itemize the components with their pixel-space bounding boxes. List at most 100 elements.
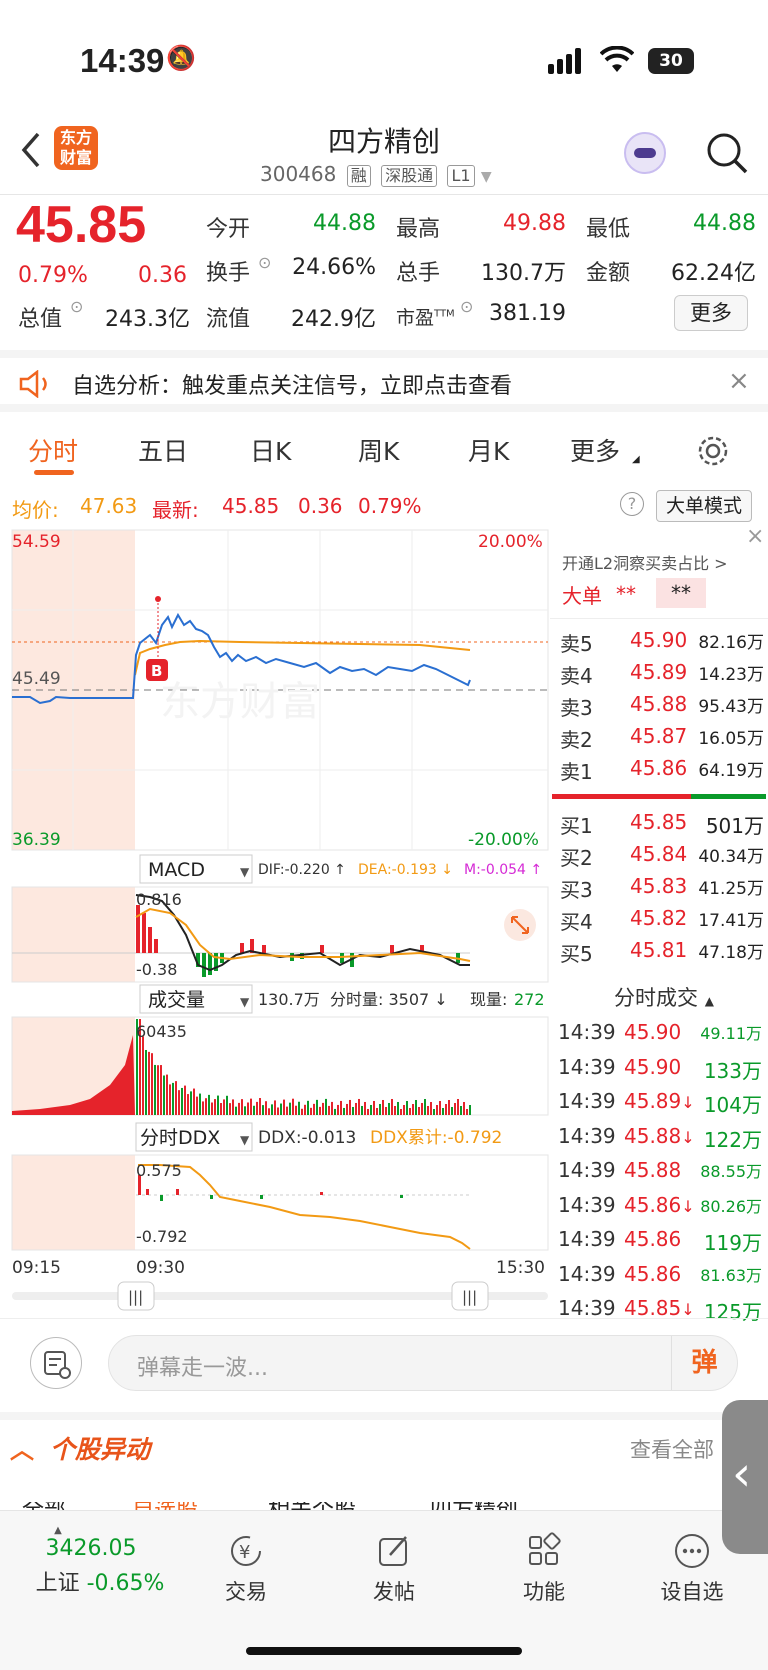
big-order-mode-button[interactable]: 大单模式 — [656, 490, 752, 522]
speaker-icon — [19, 370, 47, 398]
ask-row[interactable]: 卖4 45.89 14.23万 — [550, 660, 768, 692]
volume-cur-label: 现量: — [470, 990, 507, 1009]
volume-bar — [439, 1100, 441, 1115]
volume-bar — [451, 1106, 453, 1115]
volume-bar — [301, 1108, 303, 1115]
volume-bar — [343, 1107, 345, 1115]
trades-title[interactable]: 分时成交 ▲ — [614, 982, 714, 1012]
volume-bar — [310, 1107, 312, 1115]
pe-value: 381.19 — [489, 301, 566, 326]
nav-post[interactable]: 发帖 — [334, 1531, 454, 1606]
avg-value: 47.63 — [80, 494, 138, 518]
volume-bar — [268, 1108, 270, 1115]
index-ticker[interactable]: ▲ 3426.05 上证 -0.65% — [20, 1525, 180, 1597]
tag-margin: 融 — [346, 165, 371, 187]
bid-row[interactable]: 买2 45.84 40.34万 — [550, 842, 768, 874]
index-value: 3426.05 — [45, 1536, 137, 1561]
side-drawer-handle[interactable]: ‹ — [722, 1400, 768, 1554]
home-indicator — [246, 1647, 522, 1655]
bid-row[interactable]: 买3 45.83 41.25万 — [550, 874, 768, 906]
pe-label: 市盈TTM — [396, 307, 455, 329]
trade-icon: ¥ — [231, 1536, 261, 1566]
nav-trade[interactable]: ¥ 交易 — [186, 1531, 306, 1606]
alert-banner[interactable]: 自选分析：触发重点关注信号，立即点击查看 × — [0, 350, 768, 412]
volume-bar — [427, 1105, 429, 1115]
high-label: 最高 — [396, 217, 441, 242]
wifi-icon — [600, 46, 634, 72]
more-button[interactable]: 更多 — [674, 295, 748, 331]
index-change: -0.65% — [86, 1571, 165, 1596]
help-icon[interactable]: ? — [620, 492, 644, 516]
ddx-label: 分时DDX — [140, 1127, 220, 1149]
volume-bar — [265, 1101, 267, 1115]
tab-more[interactable]: 更多 — [570, 432, 620, 468]
corner-arrow-icon: ◢ — [632, 454, 640, 465]
macd-bars — [136, 905, 460, 977]
open-label: 今开 — [206, 217, 251, 242]
ask-row[interactable]: 卖2 45.87 16.05万 — [550, 724, 768, 756]
top-pct-label: 20.00% — [478, 532, 543, 552]
bid-row[interactable]: 买1 45.85 501万 — [550, 810, 768, 842]
volume-bar — [367, 1108, 369, 1115]
l2-promo[interactable]: 开通L2洞察买卖占比 > — [562, 550, 728, 574]
volume-bar — [433, 1108, 435, 1115]
volume-bar — [250, 1098, 252, 1115]
quote-panel: 45.85 0.79% 0.36 今开 44.88 最高 49.88 最低 44… — [0, 195, 768, 345]
info-icon[interactable]: ⊙ — [70, 297, 83, 316]
view-all-link[interactable]: 查看全部 — [630, 1434, 714, 1464]
avg-label: 均价: — [12, 498, 59, 522]
search-icon[interactable] — [704, 130, 750, 176]
low-label: 最低 — [586, 217, 631, 242]
nav-functions[interactable]: 功能 — [484, 1531, 604, 1606]
tab-weekly-k[interactable]: 周K — [358, 432, 399, 468]
info-icon[interactable]: ⊙ — [258, 253, 271, 272]
silent-icon: 🔕 — [166, 44, 196, 72]
chevron-up-icon[interactable]: ︿ — [10, 1430, 34, 1465]
big-order-val2: ** — [656, 578, 706, 608]
bid-row[interactable]: 买4 45.82 17.41万 — [550, 906, 768, 938]
notes-icon[interactable] — [30, 1337, 82, 1389]
float-value: 242.9亿 — [291, 307, 376, 332]
volume-bar — [226, 1095, 228, 1115]
volume-bar — [313, 1103, 315, 1115]
volume-bar — [415, 1099, 417, 1115]
volume-bar — [271, 1104, 273, 1115]
timeshare-chart[interactable]: 东方财富 B 54.59 45.49 36.39 20.00% -20.00% … — [0, 525, 550, 1320]
volume-bar — [385, 1106, 387, 1115]
ask-row[interactable]: 卖3 45.88 95.43万 — [550, 692, 768, 724]
ddx-cum: DDX累计:-0.792 — [370, 1128, 502, 1148]
tab-five-day[interactable]: 五日 — [138, 432, 188, 468]
signal-icon — [548, 48, 581, 74]
pre-market-area — [12, 887, 135, 982]
close-icon[interactable]: × — [728, 366, 750, 396]
volume-bar — [169, 1084, 171, 1115]
trade-row: 14:39 45.86 119万 — [558, 1227, 762, 1255]
tab-daily-k[interactable]: 日K — [250, 432, 291, 468]
volume-bar — [379, 1103, 381, 1115]
gear-icon[interactable] — [696, 434, 730, 468]
volume-bar — [190, 1091, 192, 1115]
send-danmaku-button[interactable]: 弹 — [671, 1336, 737, 1390]
volume-bar — [283, 1099, 285, 1115]
volume-bar — [403, 1104, 405, 1115]
tab-monthly-k[interactable]: 月K — [468, 432, 509, 468]
bid-row[interactable]: 买5 45.81 47.18万 — [550, 938, 768, 970]
volume-bar — [211, 1102, 213, 1115]
volume-bar — [337, 1104, 339, 1115]
amount-value: 62.24亿 — [671, 261, 756, 286]
ask-row[interactable]: 卖1 45.86 64.19万 — [550, 756, 768, 788]
top-price-label: 54.59 — [12, 532, 61, 552]
robot-avatar[interactable] — [624, 132, 666, 174]
volume-bar — [382, 1099, 384, 1115]
danmaku-input[interactable]: 弹幕走一波... 弹 — [108, 1335, 738, 1391]
tab-timeshare[interactable]: 分时 — [28, 432, 78, 468]
dropdown-icon: ▼ — [240, 865, 250, 879]
volume-bar — [322, 1102, 324, 1115]
volume-bar — [463, 1101, 465, 1115]
chart-tabs: 分时 五日 日K 周K 月K 更多 ◢ — [0, 420, 768, 482]
ask-row[interactable]: 卖5 45.90 82.16万 — [550, 628, 768, 660]
volume-bar — [157, 1065, 159, 1115]
volume-bar — [175, 1081, 177, 1115]
close-icon[interactable]: × — [746, 524, 764, 549]
battery-icon: 30 — [648, 48, 694, 74]
